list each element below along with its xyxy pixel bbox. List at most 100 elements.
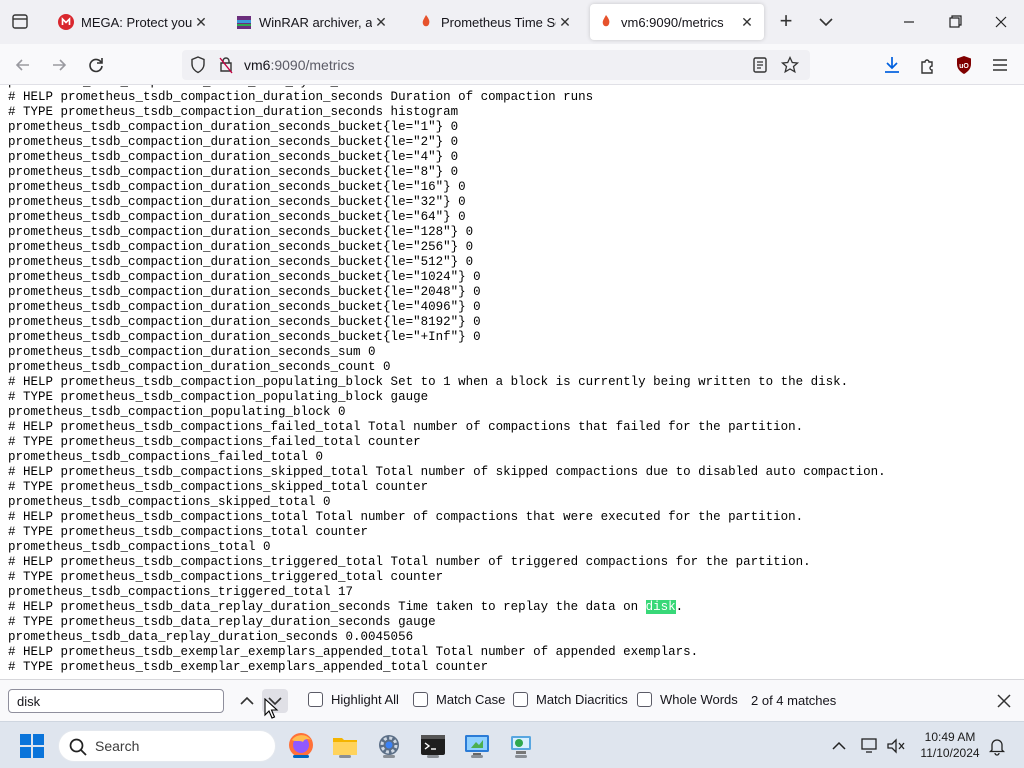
mega-icon <box>58 14 74 30</box>
metric-line: prometheus_tsdb_compaction_duration_seco… <box>8 360 391 374</box>
search-label: Search <box>95 738 140 754</box>
find-previous-button[interactable] <box>234 689 260 713</box>
metric-line: prometheus_tsdb_compaction_duration_seco… <box>8 120 459 134</box>
url-path: :9090/metrics <box>270 57 355 73</box>
metrics-page: prometheus_tsdb_compaction_chunk_size_by… <box>0 85 1024 679</box>
page-info-icon[interactable] <box>216 55 236 80</box>
network-app-icon[interactable] <box>506 730 536 760</box>
navigation-bar: vm6:9090/metrics uO <box>0 44 1024 85</box>
bookmark-star-icon[interactable] <box>780 55 800 80</box>
firefox-icon[interactable] <box>286 730 316 760</box>
file-explorer-icon[interactable] <box>330 730 360 760</box>
downloads-icon[interactable] <box>879 52 905 78</box>
settings-gear-icon[interactable] <box>374 730 404 760</box>
close-icon[interactable]: ✕ <box>738 13 756 31</box>
restore-button[interactable] <box>940 8 970 36</box>
tab-prometheus[interactable]: Prometheus Time Series ✕ <box>410 4 582 40</box>
new-tab-button[interactable]: + <box>774 10 798 34</box>
close-window-button[interactable] <box>986 8 1016 36</box>
back-arrow-icon[interactable] <box>10 52 36 78</box>
match-diacritics-checkbox[interactable]: Match Diacritics <box>513 692 628 707</box>
taskbar-search[interactable]: Search <box>58 730 276 762</box>
find-highlight: disk <box>645 600 676 614</box>
forward-arrow-icon[interactable] <box>46 52 72 78</box>
metric-line: prometheus_tsdb_compaction_duration_seco… <box>8 210 466 224</box>
metrics-text: prometheus_tsdb_compaction_chunk_size_by… <box>8 85 886 675</box>
match-diacritics-label: Match Diacritics <box>536 692 628 707</box>
reader-view-icon[interactable] <box>750 55 770 80</box>
svg-text:uO: uO <box>959 63 969 70</box>
address-bar[interactable]: vm6:9090/metrics <box>182 50 810 80</box>
metric-line: prometheus_tsdb_compaction_duration_seco… <box>8 195 466 209</box>
metric-line: # HELP prometheus_tsdb_compactions_trigg… <box>8 555 811 569</box>
display-network-icon[interactable] <box>860 735 882 757</box>
metric-line: # HELP prometheus_tsdb_compactions_total… <box>8 510 804 524</box>
tab-list-icon[interactable] <box>6 10 34 34</box>
metric-line: prometheus_tsdb_compactions_triggered_to… <box>8 585 354 599</box>
metric-line: # TYPE prometheus_tsdb_compactions_skipp… <box>8 480 429 494</box>
close-icon[interactable] <box>992 689 1016 713</box>
metric-line: prometheus_tsdb_compaction_duration_seco… <box>8 225 474 239</box>
highlight-all-checkbox[interactable]: Highlight All <box>308 692 399 707</box>
find-input[interactable] <box>8 689 224 713</box>
menu-hamburger-icon[interactable] <box>987 52 1013 78</box>
clock-date: 11/10/2024 <box>920 746 980 760</box>
metric-line: # TYPE prometheus_tsdb_data_replay_durat… <box>8 615 436 629</box>
chevron-up-icon[interactable] <box>828 735 850 757</box>
metric-line: # HELP prometheus_tsdb_compactions_faile… <box>8 420 804 434</box>
find-match-count: 2 of 4 matches <box>751 693 837 708</box>
metric-line: prometheus_tsdb_compactions_failed_total… <box>8 450 324 464</box>
checkbox-box[interactable] <box>413 692 428 707</box>
metric-line: prometheus_tsdb_compaction_duration_seco… <box>8 285 481 299</box>
metric-line: # TYPE prometheus_tsdb_compaction_popula… <box>8 390 429 404</box>
tab-metrics[interactable]: vm6:9090/metrics ✕ <box>590 4 764 40</box>
url-host: vm6 <box>244 57 271 73</box>
tab-title: vm6:9090/metrics <box>621 14 724 30</box>
metric-line: prometheus_tsdb_compactions_total 0 <box>8 540 271 554</box>
close-icon[interactable]: ✕ <box>556 13 574 31</box>
close-icon[interactable]: ✕ <box>192 13 210 31</box>
metric-line: # HELP prometheus_tsdb_compactions_skipp… <box>8 465 886 479</box>
tab-strip: MEGA: Protect your Online ✕ WinRAR archi… <box>0 0 1024 44</box>
highlight-all-label: Highlight All <box>331 692 399 707</box>
metric-line: prometheus_tsdb_compaction_duration_seco… <box>8 135 459 149</box>
find-bar: Highlight All Match Case Match Diacritic… <box>0 679 1024 721</box>
checkbox-box[interactable] <box>513 692 528 707</box>
notification-bell-icon[interactable] <box>986 735 1008 757</box>
metric-line: prometheus_tsdb_compaction_duration_seco… <box>8 240 474 254</box>
tracking-shield-icon[interactable] <box>188 55 208 80</box>
metric-line: prometheus_tsdb_compactions_skipped_tota… <box>8 495 331 509</box>
metric-line: # HELP prometheus_tsdb_compaction_durati… <box>8 90 594 104</box>
tab-winrar[interactable]: WinRAR archiver, a powerful ✕ <box>228 4 398 40</box>
tab-mega[interactable]: MEGA: Protect your Online ✕ <box>50 4 218 40</box>
list-all-tabs-icon[interactable] <box>814 10 838 34</box>
remote-desktop-icon[interactable] <box>462 730 492 760</box>
prometheus-icon <box>598 14 614 30</box>
metric-line: prometheus_tsdb_compaction_duration_seco… <box>8 255 474 269</box>
windows-start-icon[interactable] <box>19 733 45 759</box>
checkbox-box[interactable] <box>637 692 652 707</box>
running-indicator <box>515 755 527 758</box>
extensions-icon[interactable] <box>915 52 941 78</box>
url-text[interactable]: vm6:9090/metrics <box>244 57 355 73</box>
reload-icon[interactable] <box>83 52 109 78</box>
checkbox-box[interactable] <box>308 692 323 707</box>
running-indicator <box>427 755 439 758</box>
tab-title: MEGA: Protect your Online <box>81 14 192 30</box>
running-indicator <box>339 755 351 758</box>
system-clock[interactable]: 10:49 AM 11/10/2024 <box>916 729 984 761</box>
match-case-checkbox[interactable]: Match Case <box>413 692 505 707</box>
whole-words-checkbox[interactable]: Whole Words <box>637 692 738 707</box>
metric-line: prometheus_tsdb_data_replay_duration_sec… <box>8 630 414 644</box>
ublock-origin-icon[interactable]: uO <box>951 52 977 78</box>
metric-line: prometheus_tsdb_compaction_duration_seco… <box>8 165 459 179</box>
clock-time: 10:49 AM <box>924 730 976 744</box>
metric-line: # TYPE prometheus_tsdb_compaction_durati… <box>8 105 459 119</box>
metric-line: # TYPE prometheus_tsdb_exemplar_exemplar… <box>8 660 489 674</box>
metric-line: prometheus_tsdb_compaction_duration_seco… <box>8 270 481 284</box>
speaker-muted-icon[interactable] <box>885 735 907 757</box>
search-icon <box>68 737 88 762</box>
minimize-button[interactable] <box>894 8 924 36</box>
terminal-icon[interactable] <box>418 730 448 760</box>
close-icon[interactable]: ✕ <box>372 13 390 31</box>
